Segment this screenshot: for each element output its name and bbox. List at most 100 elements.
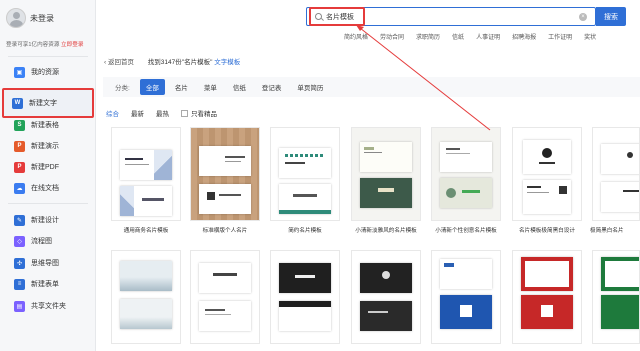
template-title[interactable]: 极简黑白名片 <box>590 226 640 234</box>
breadcrumb: ‹ 返回首页 找到3147份"名片模板" 文字模板 <box>104 56 240 66</box>
hot-tag[interactable]: 人事证明 <box>476 32 500 41</box>
card-preview <box>440 295 492 329</box>
card-preview <box>601 295 639 329</box>
login-link[interactable]: 立即登录 <box>61 42 83 48</box>
design-icon: ✎ <box>14 214 25 226</box>
form-icon: ≡ <box>14 278 25 290</box>
card-preview <box>120 150 172 180</box>
template-card[interactable] <box>351 250 421 344</box>
divider <box>8 203 88 204</box>
card-preview <box>360 178 412 208</box>
premium-only-checkbox[interactable]: 只看精品 <box>181 108 229 118</box>
cloud-doc-icon: ☁ <box>14 182 25 194</box>
template-card[interactable] <box>351 127 421 221</box>
card-preview <box>521 295 573 329</box>
hot-tag[interactable]: 劳动合同 <box>380 32 404 41</box>
sort-option-newest[interactable]: 最新 <box>131 108 144 118</box>
sidebar-item-label: 新建设计 <box>31 217 59 224</box>
template-title[interactable]: 标准横版个人名片 <box>185 226 265 234</box>
template-card[interactable] <box>431 250 501 344</box>
card-preview <box>601 257 639 291</box>
filter-option[interactable]: 单页简历 <box>291 79 329 95</box>
template-card[interactable] <box>512 127 582 221</box>
sidebar-item-my-resources[interactable]: ▣ 我的资源 <box>4 64 92 80</box>
flowchart-icon: ◇ <box>14 235 25 247</box>
template-card[interactable] <box>592 250 640 344</box>
card-preview <box>120 299 172 329</box>
login-name[interactable]: 未登录 <box>30 13 54 24</box>
card-preview <box>601 182 639 212</box>
login-tip-text: 登录可享1亿内容资源 <box>6 42 60 48</box>
template-card[interactable] <box>111 127 181 221</box>
back-home-link[interactable]: ‹ 返回首页 <box>104 59 134 66</box>
card-preview <box>523 140 571 174</box>
template-card[interactable] <box>592 127 640 221</box>
result-prefix: 找到3147份 <box>147 59 182 66</box>
card-preview <box>523 180 571 214</box>
filter-option-all[interactable]: 全部 <box>139 79 165 95</box>
sidebar-item-new-pdf[interactable]: P 新建PDF <box>4 159 92 175</box>
filter-option[interactable]: 登记表 <box>256 79 288 95</box>
card-preview <box>440 259 492 289</box>
template-card[interactable] <box>512 250 582 344</box>
sidebar-item-new-doc[interactable]: W 新建文字 <box>2 88 94 118</box>
card-preview <box>360 263 412 293</box>
spreadsheet-icon: S <box>14 119 25 131</box>
template-title[interactable]: 名片模板极简黑白设计 <box>507 226 587 234</box>
sidebar-item-label: 流程图 <box>31 238 52 245</box>
sidebar-item-label: 新建表单 <box>31 281 59 288</box>
sidebar-item-flowchart[interactable]: ◇ 流程图 <box>4 233 92 249</box>
card-preview <box>521 257 573 291</box>
sidebar-item-label: 新建演示 <box>31 143 59 150</box>
search-button[interactable]: 搜索 <box>596 7 626 26</box>
sidebar-item-label: 在线文档 <box>31 185 59 192</box>
hot-tag[interactable]: 求职简历 <box>416 32 440 41</box>
filter-option[interactable]: 信纸 <box>227 79 252 95</box>
template-title[interactable]: 小清新淡雅风的名片模板 <box>346 226 426 234</box>
mindmap-icon: ✣ <box>14 257 25 269</box>
divider <box>8 56 88 57</box>
template-card[interactable] <box>190 127 260 221</box>
template-card[interactable] <box>270 127 340 221</box>
sidebar-item-new-design[interactable]: ✎ 新建设计 <box>4 212 92 228</box>
card-preview <box>360 301 412 331</box>
card-preview <box>279 301 331 331</box>
card-preview <box>440 142 492 172</box>
word-doc-icon: W <box>12 97 23 109</box>
template-title[interactable]: 简约名片模板 <box>265 226 345 234</box>
card-preview <box>279 148 331 178</box>
avatar[interactable] <box>6 8 26 28</box>
sort-option-hot[interactable]: 最热 <box>156 108 169 118</box>
hot-tag[interactable]: 招聘海报 <box>512 32 536 41</box>
template-card[interactable] <box>190 250 260 344</box>
sidebar-item-label: 新建文字 <box>29 100 57 107</box>
template-card[interactable] <box>111 250 181 344</box>
hot-tag[interactable]: 信纸 <box>452 32 464 41</box>
filter-option[interactable]: 菜单 <box>198 79 223 95</box>
sidebar-item-label: 新建PDF <box>31 164 59 171</box>
sidebar-item-new-presentation[interactable]: P 新建演示 <box>4 138 92 154</box>
hot-search-tags: 简约风格 劳动合同 求职简历 信纸 人事证明 招聘海报 工作证明 奖状 <box>344 32 608 41</box>
clear-icon[interactable]: × <box>579 13 587 21</box>
hot-tag[interactable]: 简约风格 <box>344 32 368 41</box>
hot-tag[interactable]: 工作证明 <box>548 32 572 41</box>
filter-option[interactable]: 名片 <box>169 79 194 95</box>
shared-folder-icon: ▤ <box>14 300 25 312</box>
sidebar-item-new-sheet[interactable]: S 新建表格 <box>4 117 92 133</box>
card-preview <box>120 186 172 216</box>
template-title[interactable]: 小清新个性创意名片模板 <box>426 226 506 234</box>
sort-option-default[interactable]: 综合 <box>106 108 119 118</box>
template-card[interactable] <box>270 250 340 344</box>
sidebar-item-online-doc[interactable]: ☁ 在线文档 <box>4 180 92 196</box>
card-preview <box>601 144 639 174</box>
hot-tag[interactable]: 奖状 <box>584 32 596 41</box>
sidebar-item-shared-folder[interactable]: ▤ 共享文件夹 <box>4 298 92 314</box>
profile[interactable]: 未登录 <box>6 8 54 28</box>
template-card[interactable] <box>431 127 501 221</box>
sidebar-item-label: 共享文件夹 <box>31 303 66 310</box>
sidebar-item-mindmap[interactable]: ✣ 思维导图 <box>4 255 92 271</box>
sidebar-item-new-form[interactable]: ≡ 新建表单 <box>4 276 92 292</box>
card-preview <box>199 146 251 176</box>
template-title[interactable]: 通用商务名片模板 <box>106 226 186 234</box>
filter-label: 分类: <box>115 85 130 92</box>
